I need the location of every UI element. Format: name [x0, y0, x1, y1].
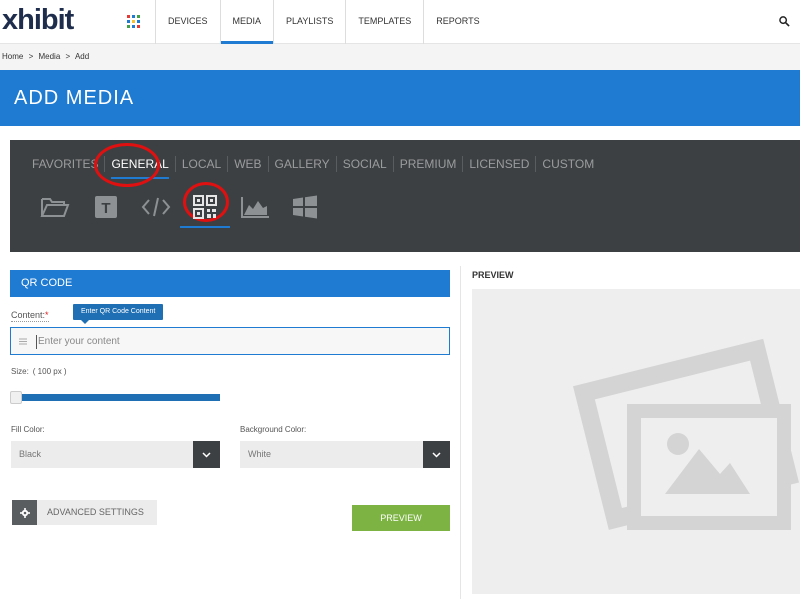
breadcrumb-add: Add: [74, 52, 90, 61]
page-header: ADD MEDIA: [0, 70, 800, 126]
fill-color-select[interactable]: Black: [11, 441, 220, 468]
image-placeholder-icon: [573, 338, 799, 530]
size-value: ( 100 px ): [32, 367, 67, 376]
preview-button[interactable]: PREVIEW: [352, 505, 450, 531]
nav-devices-label: DEVICES: [168, 16, 208, 26]
background-color-select[interactable]: White: [240, 441, 450, 468]
text-lines-icon: [19, 338, 27, 345]
nav-templates-label: TEMPLATES: [358, 16, 412, 26]
annotation-ring-general: [94, 143, 160, 187]
preview-title: PREVIEW: [472, 270, 514, 280]
nav-reports-label: REPORTS: [436, 16, 480, 26]
content-input[interactable]: [36, 328, 446, 354]
qr-code-section-header: QR CODE: [10, 270, 450, 297]
nav-media-label: MEDIA: [232, 16, 262, 26]
breadcrumb-separator: >: [65, 52, 71, 61]
content-label-text: Content:: [11, 310, 46, 320]
tab-gallery[interactable]: GALLERY: [267, 156, 336, 172]
media-type-panel: FAVORITES GENERAL LOCAL WEB GALLERY SOCI…: [10, 140, 800, 252]
chevron-down-icon[interactable]: [193, 441, 220, 468]
chart-icon[interactable]: [238, 190, 272, 224]
svg-text:T: T: [101, 200, 110, 217]
code-icon[interactable]: [139, 190, 173, 224]
column-divider: [460, 266, 461, 599]
background-color-value: White: [248, 449, 272, 459]
advanced-settings-label: ADVANCED SETTINGS: [47, 507, 144, 517]
size-slider-track[interactable]: [11, 394, 220, 401]
app-logo[interactable]: xhibit: [2, 4, 74, 37]
breadcrumb-separator: >: [28, 52, 34, 61]
tab-web[interactable]: WEB: [227, 156, 267, 172]
breadcrumb-home[interactable]: Home: [2, 52, 23, 61]
qr-code-icon[interactable]: [180, 190, 230, 228]
size-slider-handle[interactable]: [10, 391, 22, 404]
background-color-label: Background Color:: [240, 425, 307, 434]
nav-playlists[interactable]: PLAYLISTS: [273, 0, 345, 44]
folder-icon[interactable]: [38, 190, 72, 224]
nav-reports[interactable]: REPORTS: [423, 0, 491, 44]
fill-color-label: Fill Color:: [11, 425, 45, 434]
nav-media[interactable]: MEDIA: [219, 0, 274, 44]
tab-social[interactable]: SOCIAL: [335, 156, 393, 172]
gear-icon: [12, 500, 37, 525]
page-title: ADD MEDIA: [14, 87, 135, 109]
tab-premium[interactable]: PREMIUM: [392, 156, 463, 172]
size-label-text: Size:: [11, 367, 29, 376]
nav-playlists-label: PLAYLISTS: [286, 16, 334, 26]
nav-templates[interactable]: TEMPLATES: [345, 0, 423, 44]
search-icon[interactable]: [779, 16, 790, 27]
main-nav: DEVICES MEDIA PLAYLISTS TEMPLATES REPORT…: [155, 0, 492, 44]
tab-local[interactable]: LOCAL: [174, 156, 227, 172]
content-tooltip: Enter QR Code Content: [73, 304, 164, 324]
tab-licensed[interactable]: LICENSED: [462, 156, 535, 172]
fill-color-value: Black: [19, 449, 42, 459]
windows-icon[interactable]: [288, 190, 322, 224]
nav-devices[interactable]: DEVICES: [155, 0, 220, 44]
content-label: Content:*: [11, 310, 49, 322]
preview-area: [472, 289, 800, 594]
content-field: [10, 327, 450, 355]
grid-icon[interactable]: [127, 15, 140, 28]
text-icon[interactable]: T: [89, 190, 123, 224]
tab-custom[interactable]: CUSTOM: [535, 156, 600, 172]
top-navbar: xhibit DEVICES MEDIA PLAYLISTS TEMPLATES…: [0, 0, 800, 44]
advanced-settings-button[interactable]: ADVANCED SETTINGS: [12, 500, 157, 525]
required-marker: *: [45, 310, 49, 320]
breadcrumb: Home > Media > Add: [0, 44, 800, 70]
chevron-down-icon[interactable]: [423, 441, 450, 468]
size-label: Size:( 100 px ): [11, 367, 67, 376]
breadcrumb-media[interactable]: Media: [38, 52, 60, 61]
